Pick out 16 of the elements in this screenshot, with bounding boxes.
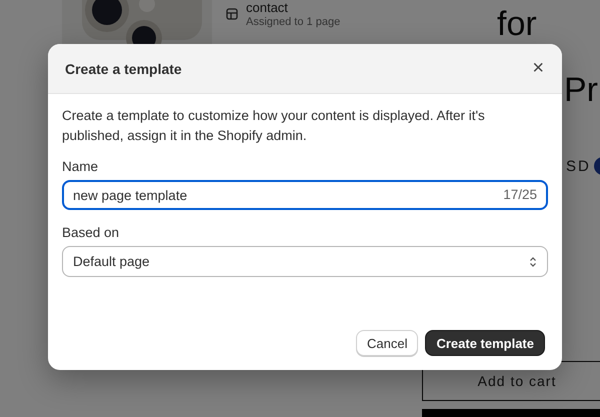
create-template-button[interactable]: Create template [425,330,545,356]
template-detail: Assigned to 1 page [246,16,340,28]
field-label: Based on [62,225,120,240]
product-title: Pr [564,72,598,108]
dialog-description: Create a template to customize how your content is displayed. After it's published, assign it in the Shopify admin. [62,107,486,145]
cancel-button[interactable]: Cancel [356,330,418,356]
layout-icon [226,8,238,20]
character-counter: 17/25 [503,187,537,202]
close-button[interactable]: × [528,57,548,80]
product-title: for [497,6,537,42]
based-on-select[interactable]: Default page [62,246,548,277]
price-currency: SD [566,158,591,175]
chevron-icon [529,256,537,268]
template-name[interactable]: contact [246,0,340,15]
field-label: Name [62,159,100,174]
dialog-title: Create a template [65,60,182,76]
